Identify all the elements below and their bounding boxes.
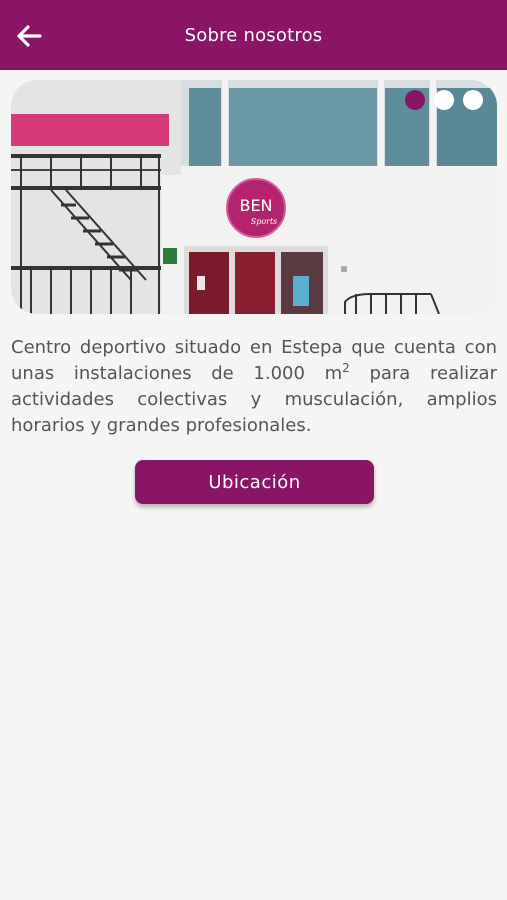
carousel-dot-3[interactable]	[463, 90, 483, 110]
page-title: Sobre nosotros	[184, 24, 323, 46]
about-text-superscript: 2	[342, 361, 350, 375]
image-carousel[interactable]: BEN Sports	[11, 80, 497, 314]
logo-text: BEN	[239, 196, 272, 215]
carousel-dot-1[interactable]	[405, 90, 425, 110]
carousel-dot-2[interactable]	[434, 90, 454, 110]
back-button[interactable]	[10, 17, 48, 55]
about-description: Centro deportivo situado en Estepa que c…	[11, 335, 497, 439]
logo-script-text: Sports	[251, 217, 278, 226]
gym-facade-image: BEN Sports	[11, 80, 497, 314]
carousel-indicators	[405, 90, 483, 110]
app-bar: Sobre nosotros	[0, 0, 507, 70]
location-button[interactable]: Ubicación	[135, 460, 374, 504]
arrow-left-icon	[17, 25, 42, 47]
